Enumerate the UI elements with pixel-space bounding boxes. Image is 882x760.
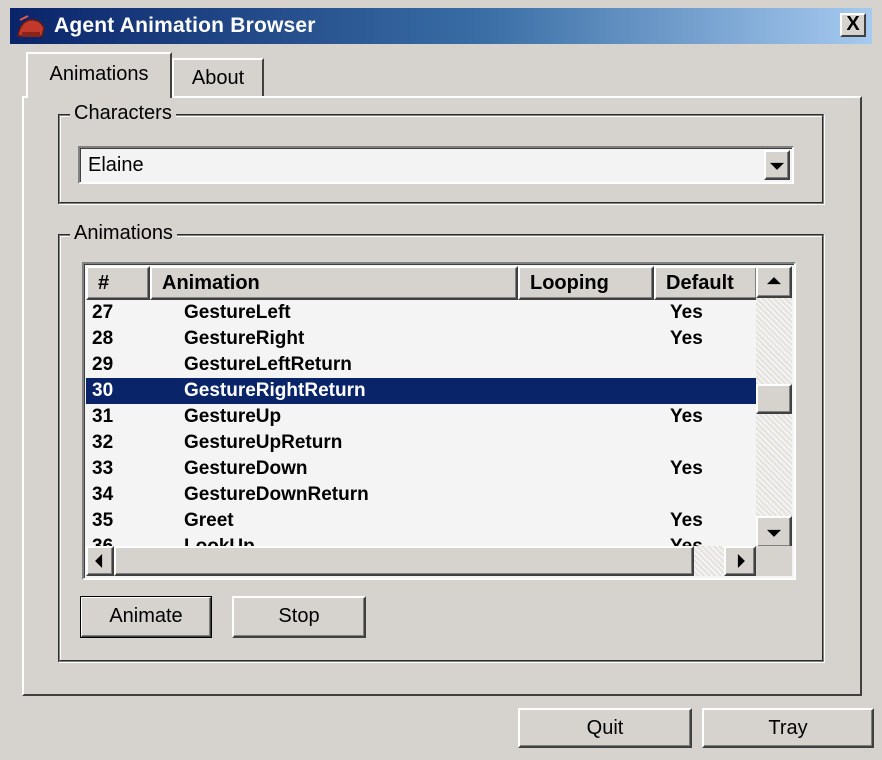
scroll-down-button[interactable]: [756, 516, 792, 548]
tab-about[interactable]: About: [172, 58, 264, 96]
column-header-looping[interactable]: Looping: [518, 266, 654, 300]
list-rows: 27 GestureLeft Yes 28 GestureRight Yes 29 Gestu…: [86, 300, 756, 548]
quit-button[interactable]: Quit: [518, 708, 692, 748]
column-header-number[interactable]: #: [86, 266, 150, 300]
characters-group-label: Characters: [70, 102, 176, 125]
arrow-right-icon: [737, 554, 745, 568]
animate-button[interactable]: Animate: [80, 596, 212, 638]
animations-list[interactable]: # Animation Looping Default 27 GestureLef…: [82, 262, 796, 580]
cell-animation: GestureRightReturn: [184, 380, 366, 401]
column-header-default[interactable]: Default: [654, 266, 758, 300]
list-header: # Animation Looping Default: [86, 266, 758, 300]
table-row[interactable]: 31 GestureUp Yes: [86, 404, 756, 430]
cell-number: 33: [92, 458, 114, 479]
cell-animation: GestureDownReturn: [184, 484, 369, 505]
horizontal-scroll-thumb[interactable]: [114, 546, 694, 576]
title-bar[interactable]: Agent Animation Browser X: [10, 8, 872, 44]
cell-number: 27: [92, 302, 114, 323]
character-select-value: Elaine: [88, 154, 144, 176]
animations-group-label: Animations: [70, 222, 177, 245]
cell-default: Yes: [670, 302, 703, 323]
cell-default: Yes: [670, 458, 703, 479]
cell-default: Yes: [670, 328, 703, 349]
cell-animation: Greet: [184, 510, 234, 531]
tray-button[interactable]: Tray: [702, 708, 874, 748]
cell-animation: GestureUpReturn: [184, 432, 343, 453]
horizontal-scrollbar[interactable]: [86, 546, 756, 576]
cell-animation: GestureLeft: [184, 302, 291, 323]
table-row[interactable]: 33 GestureDown Yes: [86, 456, 756, 482]
cell-animation: GestureRight: [184, 328, 305, 349]
cell-number: 32: [92, 432, 114, 453]
cell-animation: GestureDown: [184, 458, 308, 479]
close-button[interactable]: X: [840, 13, 866, 37]
cell-number: 29: [92, 354, 114, 375]
character-dropdown-button[interactable]: [764, 150, 790, 180]
scroll-right-button[interactable]: [724, 546, 756, 576]
tab-animations[interactable]: Animations: [26, 52, 172, 98]
cell-animation: GestureLeftReturn: [184, 354, 352, 375]
cell-number: 35: [92, 510, 114, 531]
table-row[interactable]: 32 GestureUpReturn: [86, 430, 756, 456]
table-row[interactable]: 28 GestureRight Yes: [86, 326, 756, 352]
table-row[interactable]: 35 Greet Yes: [86, 508, 756, 534]
cell-number: 30: [92, 380, 114, 401]
cell-number: 34: [92, 484, 114, 505]
window-title: Agent Animation Browser: [54, 14, 316, 37]
scroll-left-button[interactable]: [86, 546, 114, 576]
arrow-down-icon: [767, 529, 781, 537]
cell-default: Yes: [670, 510, 703, 531]
cell-default: Yes: [670, 406, 703, 427]
table-row[interactable]: 27 GestureLeft Yes: [86, 300, 756, 326]
table-row[interactable]: 34 GestureDownReturn: [86, 482, 756, 508]
cell-number: 31: [92, 406, 114, 427]
scrollbar-corner: [756, 546, 792, 576]
table-row[interactable]: 30 GestureRightReturn: [86, 378, 756, 404]
agent-app-icon: [17, 15, 45, 37]
scroll-up-button[interactable]: [756, 266, 792, 298]
cell-animation: GestureUp: [184, 406, 282, 427]
table-row[interactable]: 29 GestureLeftReturn: [86, 352, 756, 378]
column-header-animation[interactable]: Animation: [150, 266, 518, 300]
chevron-down-icon: [770, 162, 784, 170]
cell-number: 28: [92, 328, 114, 349]
vertical-scroll-thumb[interactable]: [756, 384, 792, 414]
arrow-left-icon: [95, 554, 103, 568]
character-select[interactable]: Elaine: [78, 146, 794, 184]
vertical-scrollbar[interactable]: [756, 266, 792, 548]
stop-button[interactable]: Stop: [232, 596, 366, 638]
arrow-up-icon: [767, 277, 781, 285]
